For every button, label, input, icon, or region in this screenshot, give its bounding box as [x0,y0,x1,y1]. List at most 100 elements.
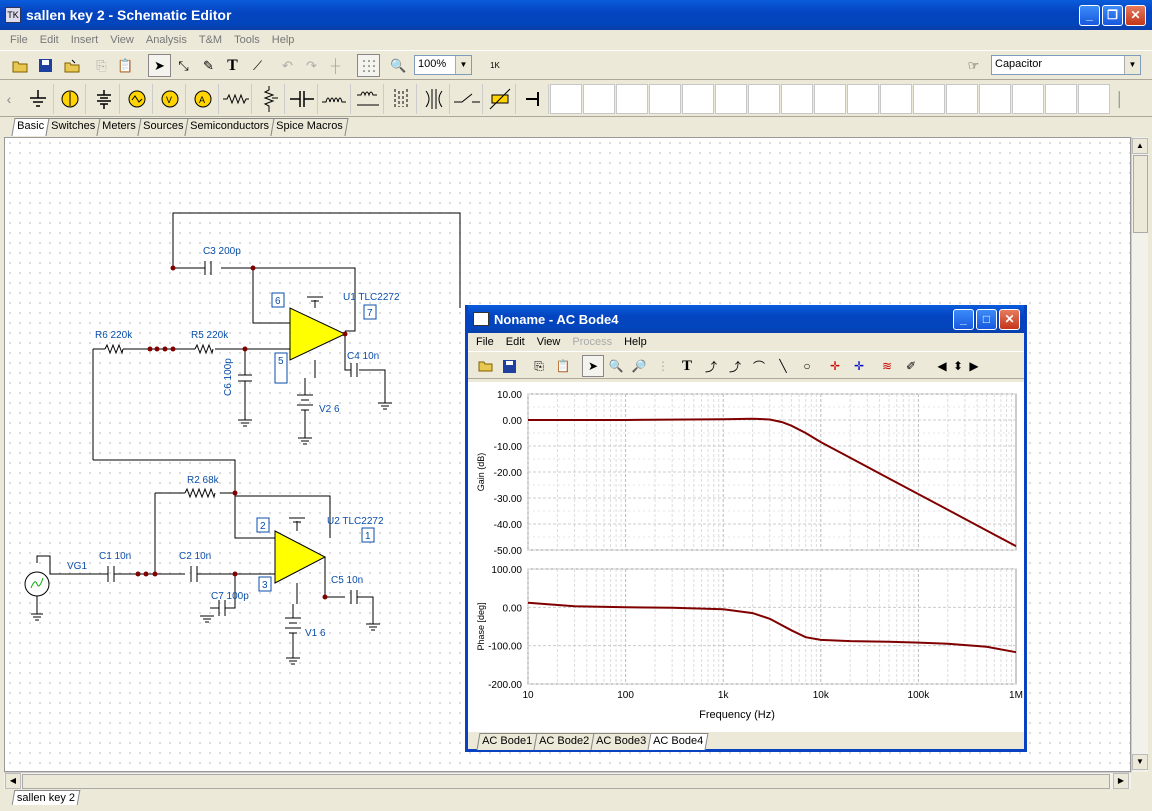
open-folder-icon[interactable] [8,54,31,77]
line-tool-icon[interactable]: ⟋ [246,54,269,77]
bode-open-icon[interactable] [474,355,496,377]
tab-basic[interactable]: Basic [11,118,50,136]
bode-curve-icon-1[interactable]: ⤴ [700,355,722,377]
resistor-icon[interactable] [220,84,252,114]
select-arrow-icon[interactable]: ➤ [148,54,171,77]
bode-cursor-a-icon[interactable]: ✛ [824,355,846,377]
bode-text-icon[interactable]: T [676,355,698,377]
wire-select-icon[interactable]: ⤡ [172,54,195,77]
bode-copy-icon[interactable]: ⎘ [528,355,550,377]
menu-view[interactable]: View [104,34,140,46]
voltmeter-icon[interactable]: V [154,84,186,114]
paste-icon[interactable]: 📋 [114,54,137,77]
scroll-left-arrow-icon[interactable]: ◀ [5,773,21,789]
tab-sources[interactable]: Sources [136,118,189,136]
meter-icon[interactable]: 1K [482,54,508,77]
minimize-button[interactable]: _ [1079,5,1100,26]
tab-spice-macros[interactable]: Spice Macros [270,118,349,136]
scroll-down-icon[interactable]: ▼ [1132,754,1148,770]
bode-arrow-updown-icon[interactable]: ⬍ [950,355,966,377]
tab-ac-bode1[interactable]: AC Bode1 [476,733,538,750]
save-icon[interactable] [34,54,57,77]
bode-grid-icon[interactable]: ⋮ [652,355,674,377]
menu-tools[interactable]: Tools [228,34,266,46]
menu-file[interactable]: File [4,34,34,46]
bode-paste-icon[interactable]: 📋 [552,355,574,377]
bode-menu-view[interactable]: View [531,336,567,348]
menu-insert[interactable]: Insert [65,34,105,46]
bode-cursor-b-icon[interactable]: ✛ [848,355,870,377]
bode-plot-area[interactable]: 10.00 0.00 -10.00 -20.00 -30.00 -40.00 -50.00 G… [468,382,1024,732]
bode-menu-edit[interactable]: Edit [500,336,531,348]
grid-toggle-icon[interactable] [357,54,380,77]
tab-switches[interactable]: Switches [45,118,101,136]
pencil-icon[interactable]: ✎ [197,54,220,77]
coupled-inductor-icon[interactable] [352,84,384,114]
menu-tm[interactable]: T&M [193,34,228,46]
bode-arrow-right-icon[interactable]: ▶ [968,355,980,377]
ideal-transformer-icon[interactable] [418,84,450,114]
bode-add-curve-icon[interactable]: ≋ [876,355,898,377]
menu-analysis[interactable]: Analysis [140,34,193,46]
label-c5: C5 10n [331,575,363,586]
ground-icon[interactable] [22,84,54,114]
bode-maximize-button[interactable]: □ [976,309,997,330]
tab-ac-bode3[interactable]: AC Bode3 [590,733,652,750]
scroll-left-icon[interactable]: ‹ [2,84,16,114]
scroll-up-icon[interactable]: ▲ [1132,138,1148,154]
copy-icon[interactable]: ⎘ [90,54,113,77]
bode-probe-icon[interactable]: ✐ [900,355,922,377]
bode-zoom-100-icon[interactable]: 🔎 [628,355,650,377]
text-tool-icon[interactable]: T [221,54,244,77]
zoom-select[interactable]: 100% ▼ [414,55,472,75]
variable-resistor-icon[interactable] [484,84,516,114]
bode-circle-icon[interactable]: ○ [796,355,818,377]
bode-minimize-button[interactable]: _ [953,309,974,330]
vertical-scroll-thumb[interactable] [1133,155,1148,233]
bode-menu-file[interactable]: File [470,336,500,348]
bode-save-icon[interactable] [498,355,520,377]
bode-arrow-left-icon[interactable]: ◀ [936,355,948,377]
terminal-icon[interactable] [517,84,549,114]
bode-curve-icon-3[interactable]: ⌒ [748,355,770,377]
transformer-icon[interactable] [385,84,417,114]
open-file-icon[interactable] [60,54,83,77]
tab-ac-bode4[interactable]: AC Bode4 [647,733,710,750]
scroll-right-arrow-icon[interactable]: ▶ [1113,773,1129,789]
hand-pointer-icon[interactable]: ☞ [962,54,985,77]
redo-icon[interactable]: ↷ [300,54,323,77]
tab-semiconductors[interactable]: Semiconductors [184,118,275,136]
bode-menu-process[interactable]: Process [566,336,618,348]
tab-meters[interactable]: Meters [96,118,142,136]
component-select[interactable]: Capacitor ▼ [991,55,1141,75]
bode-close-button[interactable]: ✕ [999,309,1020,330]
vertical-scrollbar[interactable]: ▲ ▼ [1131,137,1148,772]
horizontal-scrollbar[interactable]: ◀ ▶ [4,772,1131,789]
current-source-icon[interactable] [54,84,86,114]
palette-grip-icon[interactable]: │ [1114,84,1126,114]
tab-ac-bode2[interactable]: AC Bode2 [533,733,595,750]
menu-help[interactable]: Help [266,34,301,46]
node-icon[interactable]: ┼ [324,54,347,77]
battery-icon[interactable] [88,84,120,114]
bode-menu-help[interactable]: Help [618,336,653,348]
menu-edit[interactable]: Edit [34,34,65,46]
horizontal-scroll-thumb[interactable] [22,774,1110,789]
undo-icon[interactable]: ↶ [276,54,299,77]
zoom-icon[interactable]: 🔍 [387,54,410,77]
u2-pin3: 3 [262,580,268,591]
capacitor-icon[interactable] [286,84,318,114]
bode-select-icon[interactable]: ➤ [582,355,604,377]
bode-curve-icon-2[interactable]: ⤴ [724,355,746,377]
potentiometer-icon[interactable] [253,84,285,114]
ammeter-icon[interactable]: A [187,84,219,114]
tab-sallen-key-2[interactable]: sallen key 2 [11,790,81,805]
switch-icon[interactable] [451,84,483,114]
restore-button[interactable]: ❐ [1102,5,1123,26]
close-button[interactable]: ✕ [1125,5,1146,26]
inductor-icon[interactable] [319,84,351,114]
empty-slot [1078,84,1110,114]
bode-line-icon[interactable]: ╲ [772,355,794,377]
bode-zoom-in-icon[interactable]: 🔍 [605,355,627,377]
voltage-generator-icon[interactable] [121,84,153,114]
